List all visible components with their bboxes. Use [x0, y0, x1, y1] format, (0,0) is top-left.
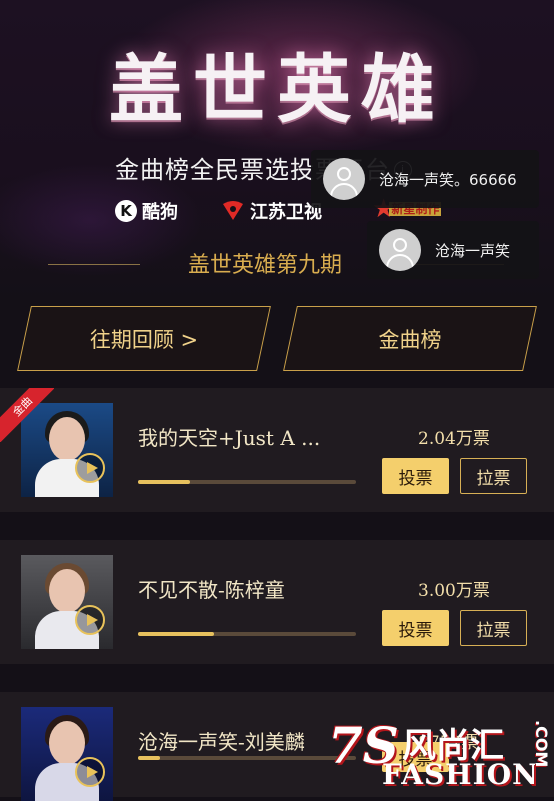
vote-progress	[138, 632, 356, 636]
avatar	[323, 158, 365, 200]
watermark-com: .COM	[532, 720, 551, 768]
play-icon[interactable]	[75, 757, 105, 787]
canvass-button[interactable]: 拉票	[460, 458, 527, 494]
danmaku-bubble: 沧海一声笑。66666	[311, 150, 539, 208]
song-title: 不见不散-陈梓童	[138, 578, 285, 602]
period-title: 盖世英雄第九期	[188, 253, 343, 278]
user-head-icon	[393, 238, 407, 252]
user-body-icon	[330, 183, 358, 200]
user-head-icon	[337, 167, 351, 181]
avatar	[379, 229, 421, 271]
vote-progress	[138, 480, 356, 484]
song-title: 我的天空+Just A ...	[138, 426, 321, 450]
song-row[interactable]: 不见不散-陈梓童 3.00万票 投票 拉票	[0, 540, 554, 664]
song-title: 沧海一声笑-刘美麟	[138, 730, 305, 754]
vote-count: 2.04万票	[418, 429, 490, 449]
vote-progress-fill	[138, 632, 215, 636]
vote-count: 3.00万票	[418, 581, 490, 601]
vote-button[interactable]: 投票	[382, 610, 449, 646]
history-button[interactable]: 往期回顾 >	[17, 306, 271, 371]
vote-button[interactable]: 投票	[382, 458, 449, 494]
song-thumbnail[interactable]	[21, 707, 113, 801]
row-divider	[0, 664, 554, 692]
danmaku-bubble: 沧海一声笑	[367, 221, 539, 279]
kugou-label: 酷狗	[142, 202, 178, 223]
watermark-logo: 7S 风尚汇 FASHION .COM	[320, 714, 554, 797]
jiangsu-tv-icon	[223, 201, 243, 220]
song-thumbnail[interactable]	[21, 555, 113, 649]
chart-button[interactable]: 金曲榜	[283, 306, 537, 371]
divider-left	[48, 264, 140, 265]
danmaku-text: 沧海一声笑	[435, 241, 511, 260]
vote-progress-fill	[138, 480, 191, 484]
jiangsu-tv-logo: 江苏卫视	[220, 198, 322, 224]
watermark-en: FASHION	[382, 758, 539, 791]
kugou-logo: K 酷狗	[115, 198, 178, 224]
gold-song-badge: 金曲	[0, 388, 54, 442]
banner-title: 盖世英雄	[109, 47, 445, 133]
user-body-icon	[386, 254, 414, 271]
row-divider	[0, 512, 554, 540]
kugou-icon: K	[115, 200, 137, 222]
danmaku-text: 沧海一声笑。66666	[379, 170, 517, 189]
history-button-label: 往期回顾 >	[89, 327, 199, 352]
chart-button-label: 金曲榜	[378, 327, 442, 352]
play-icon[interactable]	[75, 605, 105, 635]
badge-label: 金曲	[0, 388, 54, 442]
play-icon[interactable]	[75, 453, 105, 483]
canvass-button[interactable]: 拉票	[460, 610, 527, 646]
vote-progress-fill	[138, 756, 160, 760]
song-row[interactable]: 金曲 我的天空+Just A ... 2.04万票 投票 拉票	[0, 388, 554, 512]
